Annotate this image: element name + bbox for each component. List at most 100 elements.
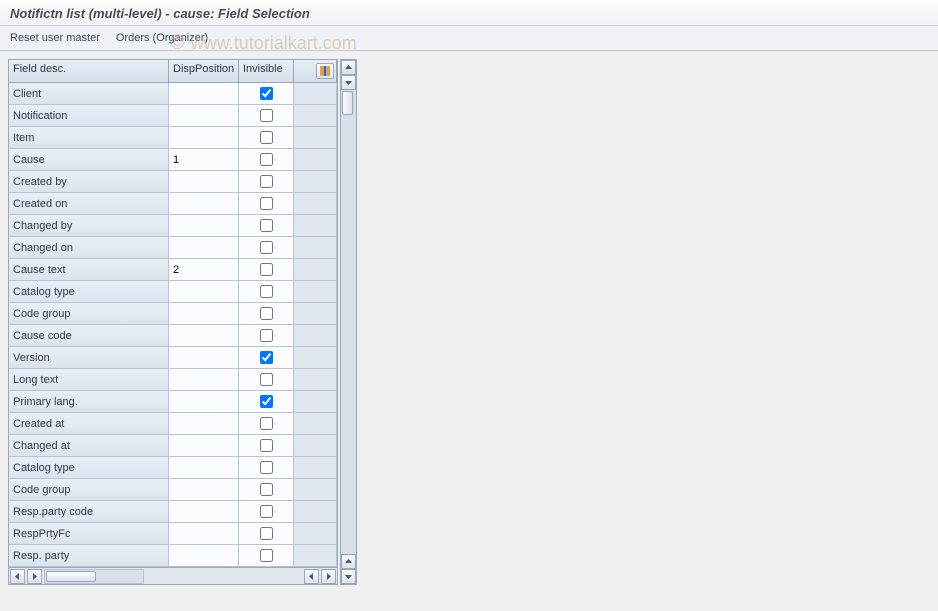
invisible-checkbox[interactable]: [260, 285, 273, 298]
invisible-checkbox[interactable]: [260, 439, 273, 452]
disp-position-cell: [169, 259, 239, 280]
field-desc-cell[interactable]: Primary lang.: [9, 391, 169, 412]
field-desc-cell[interactable]: Changed by: [9, 215, 169, 236]
scroll-down-icon[interactable]: [341, 569, 356, 584]
vertical-scrollbar[interactable]: [340, 59, 357, 585]
invisible-checkbox[interactable]: [260, 153, 273, 166]
disp-position-input[interactable]: [173, 418, 234, 430]
invisible-checkbox[interactable]: [260, 263, 273, 276]
field-desc-cell[interactable]: Code group: [9, 479, 169, 500]
field-desc-cell[interactable]: Version: [9, 347, 169, 368]
field-desc-cell[interactable]: Changed on: [9, 237, 169, 258]
horizontal-scrollbar[interactable]: [9, 567, 337, 584]
disp-position-cell: [169, 457, 239, 478]
table-header: Field desc. DispPosition Invisible: [9, 60, 337, 83]
disp-position-cell: [169, 281, 239, 302]
extra-cell: [294, 149, 337, 170]
v-scroll-thumb[interactable]: [342, 91, 353, 115]
extra-cell: [294, 347, 337, 368]
table-config-icon[interactable]: [316, 63, 334, 79]
disp-position-input[interactable]: [173, 374, 234, 386]
field-desc-cell[interactable]: Notification: [9, 105, 169, 126]
invisible-checkbox[interactable]: [260, 109, 273, 122]
invisible-checkbox[interactable]: [260, 241, 273, 254]
extra-cell: [294, 545, 337, 566]
invisible-checkbox[interactable]: [260, 351, 273, 364]
invisible-checkbox[interactable]: [260, 373, 273, 386]
table-row: Resp. party: [9, 545, 337, 567]
field-desc-cell[interactable]: Long text: [9, 369, 169, 390]
invisible-checkbox[interactable]: [260, 417, 273, 430]
invisible-checkbox[interactable]: [260, 131, 273, 144]
field-desc-cell[interactable]: Code group: [9, 303, 169, 324]
disp-position-input[interactable]: [173, 286, 234, 298]
column-field-desc[interactable]: Field desc.: [9, 60, 169, 82]
scroll-up-icon[interactable]: [341, 554, 356, 569]
field-desc-cell[interactable]: Created by: [9, 171, 169, 192]
field-desc-cell[interactable]: Client: [9, 83, 169, 104]
field-desc-cell[interactable]: Catalog type: [9, 457, 169, 478]
disp-position-input[interactable]: [173, 506, 234, 518]
v-scroll-track[interactable]: [341, 90, 356, 554]
invisible-checkbox[interactable]: [260, 329, 273, 342]
disp-position-cell: [169, 171, 239, 192]
field-desc-cell[interactable]: Created at: [9, 413, 169, 434]
disp-position-input[interactable]: [173, 440, 234, 452]
field-desc-cell[interactable]: Cause code: [9, 325, 169, 346]
disp-position-input[interactable]: [173, 132, 234, 144]
disp-position-input[interactable]: [173, 484, 234, 496]
field-desc-cell[interactable]: Changed at: [9, 435, 169, 456]
field-desc-cell[interactable]: Cause text: [9, 259, 169, 280]
disp-position-input[interactable]: [173, 264, 234, 276]
field-desc-cell[interactable]: RespPrtyFc: [9, 523, 169, 544]
invisible-checkbox[interactable]: [260, 307, 273, 320]
scroll-up-icon[interactable]: [341, 60, 356, 75]
column-disp-position[interactable]: DispPosition: [169, 60, 239, 82]
disp-position-input[interactable]: [173, 330, 234, 342]
scroll-left-icon[interactable]: [10, 569, 25, 584]
invisible-checkbox[interactable]: [260, 395, 273, 408]
invisible-checkbox[interactable]: [260, 549, 273, 562]
invisible-checkbox[interactable]: [260, 505, 273, 518]
disp-position-input[interactable]: [173, 528, 234, 540]
invisible-checkbox[interactable]: [260, 175, 273, 188]
field-desc-cell[interactable]: Created on: [9, 193, 169, 214]
scroll-down-icon[interactable]: [341, 75, 356, 90]
scroll-right-icon[interactable]: [321, 569, 336, 584]
disp-position-input[interactable]: [173, 176, 234, 188]
disp-position-input[interactable]: [173, 110, 234, 122]
scroll-right-icon[interactable]: [27, 569, 42, 584]
h-scroll-track[interactable]: [44, 569, 144, 584]
field-desc-cell[interactable]: Item: [9, 127, 169, 148]
field-desc-cell[interactable]: Cause: [9, 149, 169, 170]
scroll-left-icon[interactable]: [304, 569, 319, 584]
field-desc-cell[interactable]: Resp.party code: [9, 501, 169, 522]
orders-organizer-button[interactable]: Orders (Organizer): [116, 32, 208, 44]
disp-position-cell: [169, 127, 239, 148]
disp-position-input[interactable]: [173, 220, 234, 232]
disp-position-input[interactable]: [173, 550, 234, 562]
extra-cell: [294, 457, 337, 478]
table-row: Cause text: [9, 259, 337, 281]
invisible-checkbox[interactable]: [260, 87, 273, 100]
disp-position-input[interactable]: [173, 88, 234, 100]
disp-position-input[interactable]: [173, 352, 234, 364]
disp-position-input[interactable]: [173, 462, 234, 474]
column-invisible[interactable]: Invisible: [239, 60, 294, 82]
extra-cell: [294, 171, 337, 192]
invisible-checkbox[interactable]: [260, 527, 273, 540]
field-desc-cell[interactable]: Resp. party: [9, 545, 169, 566]
invisible-checkbox[interactable]: [260, 219, 273, 232]
disp-position-input[interactable]: [173, 242, 234, 254]
invisible-checkbox[interactable]: [260, 483, 273, 496]
h-scroll-thumb[interactable]: [46, 571, 96, 582]
disp-position-input[interactable]: [173, 198, 234, 210]
reset-user-master-button[interactable]: Reset user master: [10, 32, 100, 44]
disp-position-input[interactable]: [173, 308, 234, 320]
disp-position-input[interactable]: [173, 396, 234, 408]
invisible-cell: [239, 259, 294, 280]
field-desc-cell[interactable]: Catalog type: [9, 281, 169, 302]
invisible-checkbox[interactable]: [260, 197, 273, 210]
disp-position-input[interactable]: [173, 154, 234, 166]
invisible-checkbox[interactable]: [260, 461, 273, 474]
